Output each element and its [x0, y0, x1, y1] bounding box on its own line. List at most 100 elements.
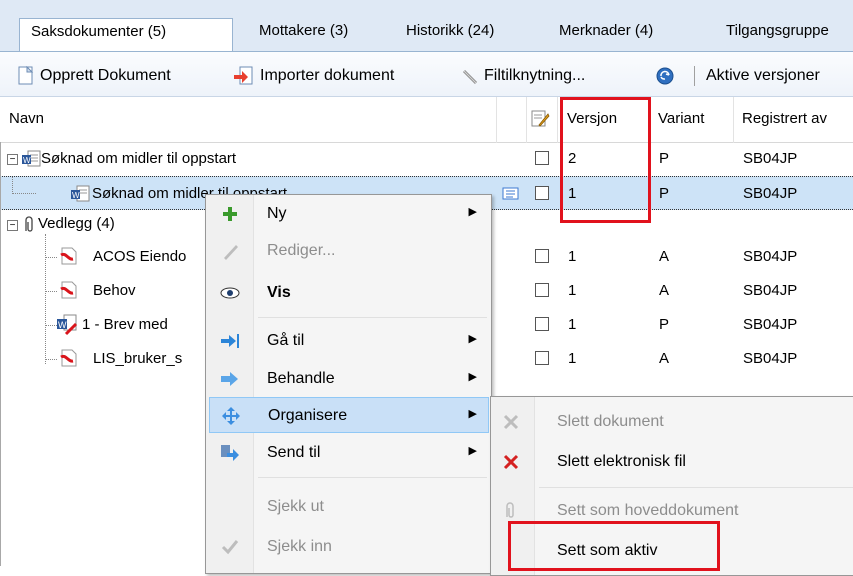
- row-checkbox[interactable]: [535, 317, 549, 331]
- svg-text:W: W: [58, 320, 67, 330]
- active-versions-button[interactable]: Aktive versjoner: [706, 66, 820, 86]
- submenu-arrow-icon: ▶: [468, 333, 477, 345]
- menu-item-slett-elektronisk-fil[interactable]: Slett elektronisk fil: [491, 444, 853, 480]
- table-row[interactable]: − W Søknad om midler til oppstart 2 P SB…: [0, 142, 853, 176]
- row-variant: A: [659, 282, 670, 299]
- menu-item-sjekk-ut[interactable]: Sjekk ut: [206, 489, 491, 525]
- row-variant: P: [659, 150, 670, 167]
- collapse-toggle[interactable]: −: [7, 154, 18, 165]
- eye-icon: [219, 283, 241, 303]
- word-document-icon: W: [71, 185, 90, 202]
- paperclip-icon: [500, 501, 522, 521]
- column-registered-by[interactable]: Registrert av: [742, 110, 827, 127]
- svg-text:W: W: [23, 156, 31, 165]
- menu-separator: [539, 487, 853, 488]
- menu-item-sjekk-inn[interactable]: Sjekk inn: [206, 529, 491, 565]
- submenu-arrow-icon: ▶: [468, 408, 477, 420]
- tree-line: [45, 257, 57, 258]
- column-separator: [733, 97, 734, 143]
- row-version: 1: [568, 248, 577, 265]
- tab-bar: Saksdokumenter (5) Mottakere (3) Histori…: [0, 0, 853, 52]
- menu-separator: [258, 477, 487, 478]
- import-icon: [234, 66, 253, 85]
- row-name: LIS_bruker_s: [93, 350, 183, 367]
- context-menu: Ny ▶ Rediger... Vis Gå til ▶ Behandle ▶ …: [205, 194, 492, 574]
- row-registered-by: SB04JP: [743, 248, 798, 265]
- row-registered-by: SB04JP: [743, 185, 798, 202]
- row-checkbox[interactable]: [535, 186, 549, 200]
- toolbar-separator: [694, 66, 695, 86]
- collapse-toggle[interactable]: −: [7, 220, 18, 231]
- row-version: 1: [568, 316, 577, 333]
- process-arrow-icon: [219, 369, 241, 389]
- grid-border: [0, 142, 1, 566]
- submenu-arrow-icon: ▶: [468, 371, 477, 383]
- menu-item-organisere[interactable]: Organisere ▶: [209, 397, 489, 433]
- toolbar: Opprett Dokument Importer dokument Filti…: [0, 52, 853, 97]
- menu-item-send-til[interactable]: Send til ▶: [206, 435, 491, 471]
- menu-item-vis[interactable]: Vis: [206, 275, 491, 311]
- menu-item-ny[interactable]: Ny ▶: [206, 196, 491, 232]
- document-icon: [18, 66, 34, 85]
- submenu-arrow-icon: ▶: [468, 206, 477, 218]
- menu-item-slett-dokument[interactable]: Slett dokument: [491, 404, 853, 440]
- menu-item-ga-til[interactable]: Gå til ▶: [206, 323, 491, 359]
- goto-arrow-icon: [219, 331, 241, 351]
- column-separator: [496, 97, 497, 143]
- menu-separator: [258, 317, 487, 318]
- svg-text:W: W: [72, 191, 80, 200]
- row-variant: A: [659, 350, 670, 367]
- row-checkbox[interactable]: [535, 283, 549, 297]
- row-checkbox[interactable]: [535, 351, 549, 365]
- row-registered-by: SB04JP: [743, 350, 798, 367]
- plus-icon: [219, 204, 241, 224]
- edit-note-icon: [531, 110, 550, 127]
- check-icon: [219, 537, 241, 557]
- row-variant: A: [659, 248, 670, 265]
- pdf-icon: [60, 349, 77, 367]
- tree-line: [45, 359, 57, 360]
- tree-line: [45, 291, 57, 292]
- column-separator: [557, 97, 558, 143]
- column-header-row: Navn Versjon Variant Registrert av: [0, 97, 853, 143]
- row-registered-by: SB04JP: [743, 316, 798, 333]
- row-variant: P: [659, 185, 670, 202]
- word-document-icon: W: [22, 150, 41, 167]
- tab-mottakere[interactable]: Mottakere (3): [248, 18, 348, 44]
- annotation-box-version: [560, 97, 651, 223]
- column-separator: [526, 97, 527, 143]
- row-version: 1: [568, 350, 577, 367]
- link-icon: [462, 69, 478, 85]
- delete-x-icon: [500, 452, 522, 472]
- refresh-icon: [656, 67, 674, 85]
- annotation-box-set-active: [508, 521, 720, 571]
- column-variant[interactable]: Variant: [658, 110, 704, 127]
- row-checkbox[interactable]: [535, 249, 549, 263]
- tree-line: [12, 193, 36, 194]
- menu-item-rediger[interactable]: Rediger...: [206, 233, 491, 269]
- move-icon: [220, 406, 242, 426]
- note-icon: [502, 187, 519, 200]
- row-checkbox[interactable]: [535, 151, 549, 165]
- tab-historikk[interactable]: Historikk (24): [395, 18, 494, 44]
- row-version: 1: [568, 282, 577, 299]
- paperclip-icon: [25, 216, 33, 232]
- row-variant: P: [659, 316, 670, 333]
- tab-saksdokumenter[interactable]: Saksdokumenter (5): [19, 18, 233, 52]
- pdf-icon: [60, 247, 77, 265]
- delete-x-icon: [500, 412, 522, 432]
- tree-line: [12, 177, 13, 194]
- row-name: ACOS Eiendo: [93, 248, 187, 265]
- row-registered-by: SB04JP: [743, 150, 798, 167]
- row-name: Søknad om midler til oppstart: [41, 150, 237, 167]
- menu-item-behandle[interactable]: Behandle ▶: [206, 361, 491, 397]
- row-registered-by: SB04JP: [743, 282, 798, 299]
- column-name[interactable]: Navn: [9, 110, 44, 127]
- pdf-icon: [60, 281, 77, 299]
- row-name: Vedlegg (4): [38, 215, 115, 232]
- row-name: Behov: [93, 282, 136, 299]
- tab-tilgangsgruppe[interactable]: Tilgangsgruppe: [715, 18, 829, 44]
- submenu-arrow-icon: ▶: [468, 445, 477, 457]
- tab-merknader[interactable]: Merknader (4): [548, 18, 653, 44]
- row-name: 1 - Brev med: [82, 316, 168, 333]
